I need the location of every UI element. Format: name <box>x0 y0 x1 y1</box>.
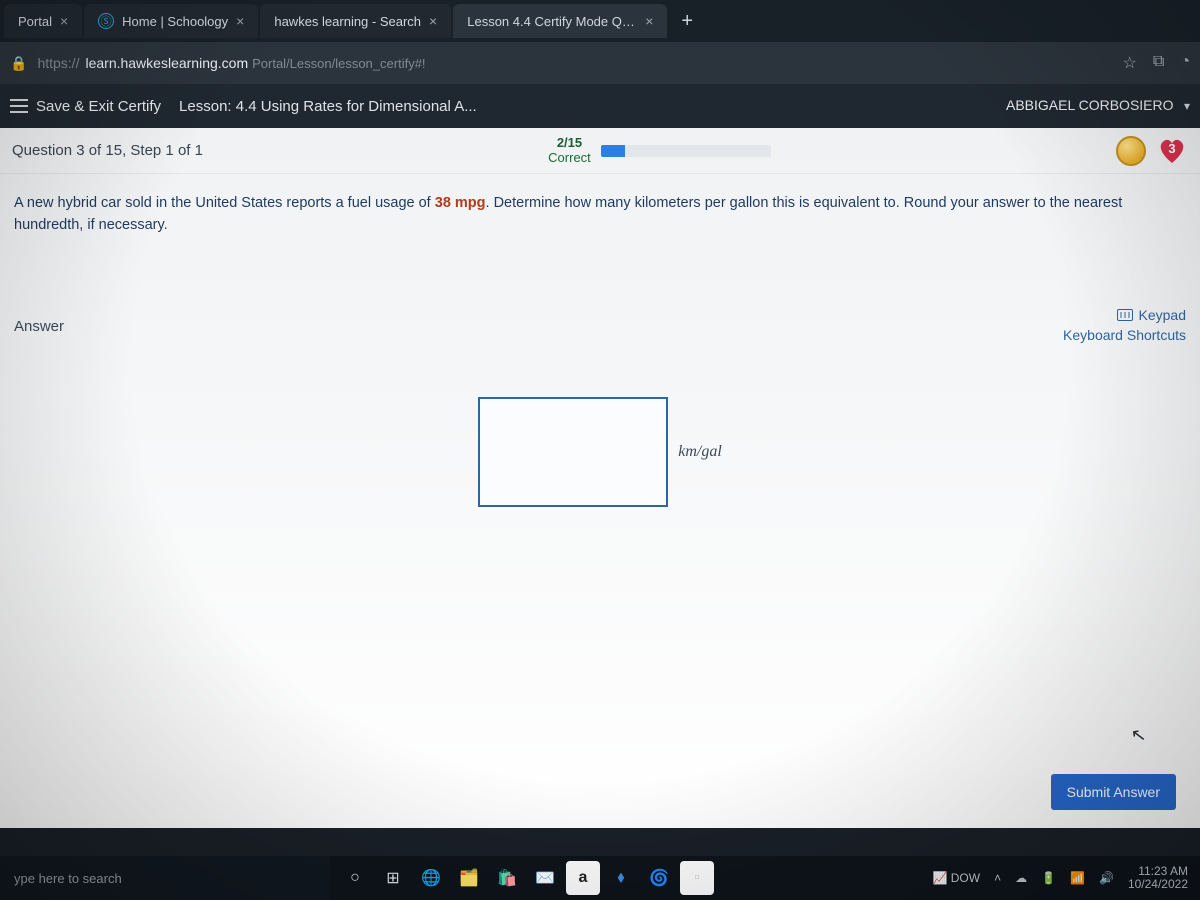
submit-answer-button[interactable]: Submit Answer <box>1051 774 1176 810</box>
dropbox-icon[interactable]: ⬧ <box>604 861 638 895</box>
tab-schoology[interactable]: Ⓢ Home | Schoology × <box>84 4 258 38</box>
tab-search[interactable]: hawkes learning - Search × <box>260 4 451 38</box>
score-fraction: 2/15 <box>548 136 591 150</box>
tab-label: Lesson 4.4 Certify Mode Quest <box>467 14 637 29</box>
save-exit-button[interactable]: Save & Exit Certify <box>10 98 161 115</box>
menu-icon <box>10 105 28 107</box>
windows-taskbar: ype here to search ○ ⊞ 🌐 🗂️ 🛍️ ✉️ a ⬧ 🌀 … <box>0 856 1200 900</box>
task-view-icon[interactable]: ⊞ <box>376 861 410 895</box>
tab-label: hawkes learning - Search <box>274 14 421 29</box>
system-tray[interactable]: 📈 DOW ˄ ☁ 🔋 📶 🔊 11:23 AM 10/24/2022 <box>920 865 1200 891</box>
chevron-down-icon: ▾ <box>1184 99 1190 113</box>
content-panel: Question 3 of 15, Step 1 of 1 2/15 Corre… <box>0 128 1200 828</box>
coin-icon <box>1116 136 1146 166</box>
stock-ticker[interactable]: 📈 DOW <box>932 871 980 885</box>
profile-icon[interactable]: ◔ <box>1180 53 1190 73</box>
url-domain: learn.hawkeslearning.com <box>85 55 248 71</box>
heart-icon: 3 <box>1156 137 1188 165</box>
keyboard-shortcuts-link[interactable]: Keyboard Shortcuts <box>1063 327 1186 343</box>
keypad-icon <box>1117 309 1133 321</box>
problem-text-block: A new hybrid car sold in the United Stat… <box>0 174 1200 247</box>
amazon-icon[interactable]: a <box>566 861 600 895</box>
taskbar-search-placeholder: ype here to search <box>14 871 122 886</box>
hearts-count: 3 <box>1168 141 1175 156</box>
close-icon[interactable]: × <box>429 13 437 29</box>
edge-icon[interactable]: 🌐 <box>414 861 448 895</box>
tab-label: Portal <box>18 14 52 29</box>
favorites-icon[interactable]: ☆ <box>1123 53 1137 73</box>
tab-label: Home | Schoology <box>122 14 228 29</box>
store-icon[interactable]: 🛍️ <box>490 861 524 895</box>
new-tab-button[interactable]: + <box>669 10 705 33</box>
cursor-icon: ↖ <box>1130 724 1148 747</box>
taskbar-search[interactable]: ype here to search <box>0 856 330 900</box>
progress-bar <box>601 145 771 157</box>
progress-bar-fill <box>601 145 625 157</box>
taskbar-clock[interactable]: 11:23 AM 10/24/2022 <box>1128 865 1188 891</box>
user-menu[interactable]: ABBIGAEL CORBOSIERO ▾ <box>1006 97 1190 115</box>
schoology-favicon-icon: Ⓢ <box>98 13 114 29</box>
tab-lesson[interactable]: Lesson 4.4 Certify Mode Quest × <box>453 4 667 38</box>
url-path: Portal/Lesson/lesson_certify#! <box>252 56 425 71</box>
username-label: ABBIGAEL CORBOSIERO <box>1006 97 1174 113</box>
close-icon[interactable]: × <box>60 13 68 29</box>
answer-unit: km/gal <box>678 443 722 461</box>
save-exit-label: Save & Exit Certify <box>36 98 161 115</box>
taskbar-date: 10/24/2022 <box>1128 878 1188 891</box>
lesson-title: Lesson: 4.4 Using Rates for Dimensional … <box>179 98 477 115</box>
app-icon[interactable]: ▫ <box>680 861 714 895</box>
hawkes-icon[interactable]: 🌀 <box>642 861 676 895</box>
file-explorer-icon[interactable]: 🗂️ <box>452 861 486 895</box>
keypad-label: Keypad <box>1139 307 1186 323</box>
tab-portal[interactable]: Portal × <box>4 4 82 38</box>
app-header: Save & Exit Certify Lesson: 4.4 Using Ra… <box>0 84 1200 128</box>
close-icon[interactable]: × <box>236 13 244 29</box>
score-word: Correct <box>548 151 591 165</box>
battery-icon[interactable]: 🔋 <box>1041 871 1056 885</box>
stock-label: DOW <box>951 871 980 885</box>
question-label: Question 3 of 15, Step 1 of 1 <box>12 142 203 159</box>
keypad-button[interactable]: Keypad <box>1063 307 1186 323</box>
url-prefix: https:// <box>37 55 79 71</box>
volume-icon[interactable]: 🔊 <box>1099 871 1114 885</box>
chevron-up-icon[interactable]: ˄ <box>994 871 1001 885</box>
mail-icon[interactable]: ✉️ <box>528 861 562 895</box>
answer-label: Answer <box>14 318 64 335</box>
collections-icon[interactable]: ⧉ <box>1153 53 1164 73</box>
cortana-icon[interactable]: ○ <box>338 861 372 895</box>
browser-urlbar: 🔒 https:// learn.hawkeslearning.com Port… <box>0 42 1200 84</box>
url-field[interactable]: https:// learn.hawkeslearning.com Portal… <box>37 55 1112 71</box>
onedrive-icon[interactable]: ☁ <box>1015 871 1027 885</box>
problem-mpg-value: 38 mpg <box>435 195 486 211</box>
browser-tabstrip: Portal × Ⓢ Home | Schoology × hawkes lea… <box>0 0 1200 42</box>
shortcuts-label: Keyboard Shortcuts <box>1063 327 1186 343</box>
score-indicator: 2/15 Correct <box>548 136 591 165</box>
answer-input[interactable] <box>478 397 668 507</box>
progress-row: Question 3 of 15, Step 1 of 1 2/15 Corre… <box>0 128 1200 174</box>
wifi-icon[interactable]: 📶 <box>1070 871 1085 885</box>
close-icon[interactable]: × <box>645 13 653 29</box>
problem-pre: A new hybrid car sold in the United Stat… <box>14 195 435 211</box>
lock-icon: 🔒 <box>10 55 27 72</box>
